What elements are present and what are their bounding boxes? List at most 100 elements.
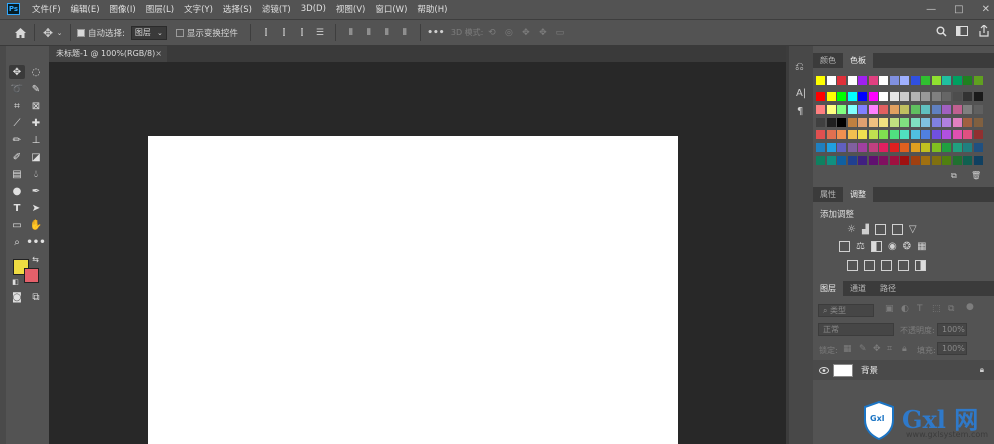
color-swatch[interactable] — [826, 104, 836, 114]
color-swatch[interactable] — [900, 156, 909, 165]
color-swatch[interactable] — [816, 117, 825, 127]
menu-edit[interactable]: 编辑(E) — [71, 3, 100, 15]
crop-tool-icon[interactable]: ⌗ — [9, 99, 25, 113]
color-swatch[interactable] — [868, 156, 878, 165]
color-swatch[interactable] — [910, 117, 920, 127]
color-swatch[interactable] — [963, 104, 972, 114]
filter-shape-icon[interactable]: ⬚ — [932, 304, 941, 314]
new-swatch-icon[interactable]: ⧉ — [951, 171, 957, 181]
filter-smart-object-icon[interactable]: ⧉ — [948, 304, 954, 314]
color-swatch[interactable] — [973, 104, 983, 114]
align-hcenter-icon[interactable]: ⫿ — [275, 28, 293, 38]
layer-kind-filter[interactable]: ⌕ 类型 — [818, 304, 874, 317]
color-swatch[interactable] — [837, 130, 846, 140]
gradient-triangle-icon[interactable]: ▽ — [909, 224, 917, 235]
color-swatch[interactable] — [868, 143, 878, 153]
lock-transparent-icon[interactable]: ▦ — [843, 344, 852, 354]
fill-input[interactable]: 100% — [937, 342, 967, 355]
color-swatch[interactable] — [847, 76, 857, 85]
curves-icon[interactable] — [874, 224, 886, 235]
color-swatch[interactable] — [900, 104, 909, 114]
color-swatch[interactable] — [858, 117, 867, 127]
align-right-icon[interactable]: ⫿ — [293, 28, 311, 38]
color-swatch[interactable] — [952, 130, 962, 140]
auto-select-checkbox[interactable] — [77, 28, 85, 37]
close-button[interactable]: ✕ — [982, 4, 990, 15]
color-swatch[interactable] — [910, 92, 920, 101]
color-swatch[interactable] — [837, 117, 846, 127]
color-swatch[interactable] — [931, 156, 941, 165]
rectangle-tool-icon[interactable]: ▭ — [9, 218, 25, 232]
color-swatch[interactable] — [942, 104, 951, 114]
tab-properties[interactable]: 属性 — [813, 187, 843, 202]
hand-tool-icon[interactable]: ✋ — [28, 218, 44, 232]
color-swatch[interactable] — [816, 104, 825, 114]
distribute-center-icon[interactable]: ⦀ — [360, 28, 378, 38]
blur-tool-icon[interactable]: 💧︎ — [28, 167, 44, 181]
minimize-button[interactable]: — — [926, 4, 936, 15]
color-swatch[interactable] — [889, 104, 899, 114]
tab-adjustments[interactable]: 调整 — [843, 187, 873, 202]
color-swatch[interactable] — [879, 76, 888, 85]
color-swatch[interactable] — [816, 130, 825, 140]
posterize-icon[interactable] — [864, 260, 875, 271]
healing-brush-tool-icon[interactable]: ✚ — [28, 116, 44, 130]
filter-toggle-icon[interactable]: ● — [966, 302, 974, 312]
tab-layers[interactable]: 图层 — [813, 281, 843, 296]
black-white-icon[interactable] — [870, 241, 882, 252]
color-swatch[interactable] — [942, 117, 951, 127]
marquee-tool-icon[interactable]: ◌ — [28, 65, 44, 79]
color-swatch[interactable] — [921, 76, 930, 85]
color-swatch[interactable] — [942, 156, 951, 165]
color-swatch[interactable] — [921, 130, 930, 140]
distribute-left-icon[interactable]: ⦀ — [342, 28, 360, 38]
color-swatch[interactable] — [847, 104, 857, 114]
channel-mixer-icon[interactable]: ❂ — [903, 241, 911, 252]
color-swatch[interactable] — [931, 92, 941, 101]
color-swatch[interactable] — [963, 76, 972, 85]
color-swatch[interactable] — [837, 143, 846, 153]
align-left-icon[interactable]: ⫿ — [257, 28, 275, 38]
color-swatch[interactable] — [931, 76, 941, 85]
color-swatch[interactable] — [973, 156, 983, 165]
color-swatch[interactable] — [931, 130, 941, 140]
color-swatch[interactable] — [879, 104, 888, 114]
threshold-icon[interactable] — [881, 260, 892, 271]
quick-mask-icon[interactable]: ◙ — [9, 290, 25, 304]
color-swatch[interactable] — [837, 92, 846, 101]
color-swatch[interactable] — [963, 143, 972, 153]
more-options-icon[interactable]: ••• — [427, 28, 445, 38]
color-swatch[interactable] — [858, 143, 867, 153]
color-swatch[interactable] — [889, 92, 899, 101]
close-tab-icon[interactable]: × — [155, 46, 162, 62]
color-swatch[interactable] — [837, 156, 846, 165]
color-swatch[interactable] — [847, 156, 857, 165]
color-swatch[interactable] — [952, 117, 962, 127]
color-swatch[interactable] — [973, 143, 983, 153]
color-swatch[interactable] — [900, 92, 909, 101]
delete-swatch-icon[interactable]: 🗑︎ — [971, 171, 981, 180]
color-swatch[interactable] — [942, 76, 951, 85]
background-color-swatch[interactable] — [24, 268, 39, 283]
distribute-right-icon[interactable]: ⦀ — [378, 28, 396, 38]
color-balance-icon[interactable]: ⚖ — [856, 241, 865, 252]
color-swatch[interactable] — [858, 104, 867, 114]
color-swatch[interactable] — [879, 143, 888, 153]
gradient-map-icon[interactable] — [915, 260, 926, 271]
lock-pixels-icon[interactable]: ✎ — [859, 344, 867, 354]
color-swatch[interactable] — [858, 130, 867, 140]
color-swatch[interactable] — [952, 156, 962, 165]
color-swatch[interactable] — [847, 92, 857, 101]
eyedropper-tool-icon[interactable]: ⟋ — [9, 116, 25, 130]
3d-rotate-icon[interactable]: ⟲ — [483, 28, 500, 38]
tab-swatches[interactable]: 色板 — [843, 53, 873, 68]
color-swatch[interactable] — [826, 156, 836, 165]
selective-color-icon[interactable] — [898, 260, 909, 271]
invert-icon[interactable] — [847, 260, 858, 271]
distribute-spacing-icon[interactable]: ⦀ — [396, 28, 414, 38]
tab-paths[interactable]: 路径 — [873, 281, 903, 296]
3d-slide-icon[interactable]: ✥ — [534, 28, 551, 38]
menu-image[interactable]: 图像(I) — [110, 3, 136, 15]
color-swatch[interactable] — [921, 104, 930, 114]
color-swatch[interactable] — [826, 143, 836, 153]
